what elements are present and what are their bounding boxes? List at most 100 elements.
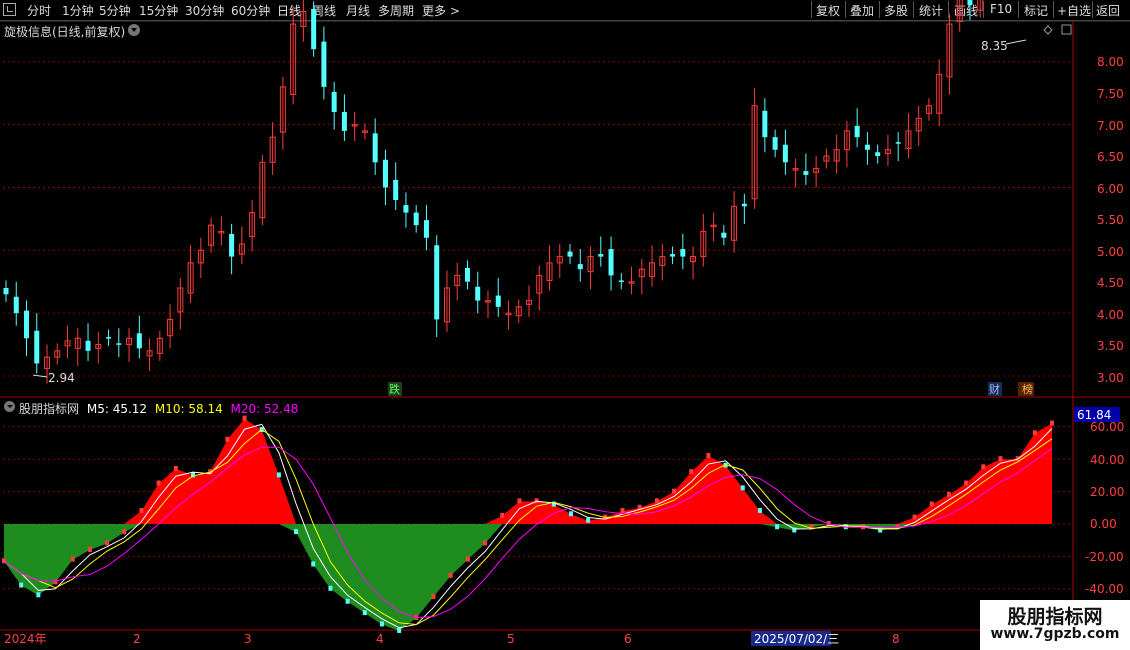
oscillator-bar (603, 514, 608, 520)
oscillator-negative-area (4, 524, 1052, 631)
oscillator-bar (483, 540, 488, 546)
oscillator-bar (2, 558, 6, 564)
oscillator-bar (517, 498, 522, 504)
candle-body (536, 274, 543, 294)
candle-body (464, 267, 470, 282)
candle-body (393, 179, 399, 201)
oscillator-bar (465, 556, 470, 562)
m5-line (3, 423, 1053, 629)
m20-line (3, 446, 1053, 619)
oscillator-bar (912, 514, 917, 520)
ranking-badge (1018, 382, 1034, 396)
panel-toggle-icon (1061, 24, 1072, 35)
adjust-button[interactable]: 复权 (816, 2, 840, 19)
mark-button[interactable]: 标记 (1024, 2, 1048, 19)
tab-5min[interactable]: 5分钟 (99, 2, 131, 19)
oscillator-bar (792, 527, 797, 533)
tab-15min[interactable]: 15分钟 (139, 2, 178, 19)
price-tick: 8.00 (1097, 55, 1124, 69)
tab-multi-period[interactable]: 多周期 (378, 2, 414, 19)
oscillator-bar (551, 501, 556, 507)
price-tick: 4.00 (1097, 308, 1124, 322)
candle-body (187, 262, 194, 294)
low-price-label: 2.94 (48, 371, 75, 385)
overlay-button[interactable]: 叠加 (850, 2, 874, 19)
multi-stock-button[interactable]: 多股 (884, 2, 908, 19)
indicator-name: 股朋指标网 (19, 402, 80, 416)
candle-body (598, 254, 604, 257)
oscillator-bar (431, 593, 436, 599)
candle-body (156, 337, 163, 354)
candle-body (382, 159, 388, 188)
f10-button[interactable]: F10 (990, 2, 1012, 16)
candle-body (731, 205, 738, 241)
oscillator-bar (861, 524, 866, 530)
oscillator-bar (672, 488, 677, 494)
candle-body (341, 112, 347, 131)
oscillator-bar (586, 517, 591, 523)
stock-title: 旋极信息(日线,前复权) (4, 25, 126, 39)
candle-body (782, 144, 788, 163)
candle-body (321, 41, 327, 87)
toolbar-divider (1053, 1, 1054, 18)
indicator-tick: -20.00 (1085, 550, 1124, 564)
indicator-menu-icon[interactable] (4, 401, 15, 412)
candle-body (700, 230, 707, 258)
tab-intraday[interactable]: 分时 (27, 2, 51, 19)
draw-line-button[interactable]: 画线 (954, 2, 978, 19)
oscillator-bar (740, 485, 745, 491)
candle-body (238, 243, 245, 255)
oscillator-bar (156, 480, 161, 486)
add-watchlist-button[interactable]: +自选 (1057, 2, 1091, 19)
candle-body (546, 262, 553, 281)
candle-body (269, 136, 276, 163)
back-button[interactable]: 返回 (1096, 2, 1120, 19)
tab-60min[interactable]: 60分钟 (231, 2, 270, 19)
candle-body (721, 232, 727, 238)
tab-daily[interactable]: 日线 (277, 2, 301, 19)
statistics-button[interactable]: 统计 (919, 2, 943, 19)
time-tick: 5 (507, 632, 515, 646)
oscillator-bar (689, 469, 694, 475)
oscillator-bar (70, 556, 75, 562)
oscillator-bar (843, 524, 848, 530)
oscillator-bar (878, 527, 883, 533)
candle-body (24, 310, 30, 339)
oscillator-bar (826, 521, 831, 526)
candle-body (813, 168, 820, 173)
candle-body (197, 249, 204, 264)
tab-30min[interactable]: 30分钟 (185, 2, 224, 19)
oscillator-bar (568, 511, 573, 517)
tab-more[interactable]: 更多 > (422, 2, 460, 19)
finance-badge-label: 财 (989, 382, 1000, 396)
menu-icon[interactable] (3, 3, 16, 16)
candle-body (116, 343, 122, 345)
tab-1min[interactable]: 1分钟 (62, 2, 94, 19)
price-tick: 6.50 (1097, 150, 1124, 164)
tab-weekly[interactable]: 周线 (312, 2, 336, 19)
candle-body (484, 300, 491, 303)
candle-body (259, 161, 266, 219)
candle-body (85, 340, 91, 351)
m5-label: M5: 45.12 (86, 402, 148, 416)
oscillator-bar (964, 480, 969, 486)
oscillator-bar (946, 491, 951, 497)
candle-body (762, 110, 768, 138)
candle-body (454, 274, 461, 286)
candle-body (864, 144, 870, 150)
oscillator-bar (311, 561, 316, 567)
candle-body (690, 256, 697, 263)
oscillator-bar (276, 472, 281, 478)
candle-body (106, 337, 112, 339)
m20-label: M20: 52.48 (230, 402, 299, 416)
ranking-badge-label: 榜 (1022, 382, 1033, 396)
oscillator-bar (139, 508, 144, 514)
candle-body (74, 337, 81, 349)
candle-body (54, 350, 61, 358)
price-tick: 4.50 (1097, 276, 1124, 290)
candle-body (34, 330, 40, 364)
candle-body (64, 340, 71, 347)
tab-monthly[interactable]: 月线 (346, 2, 370, 19)
candle-body (136, 333, 142, 349)
chevron-down-icon[interactable] (128, 24, 140, 36)
